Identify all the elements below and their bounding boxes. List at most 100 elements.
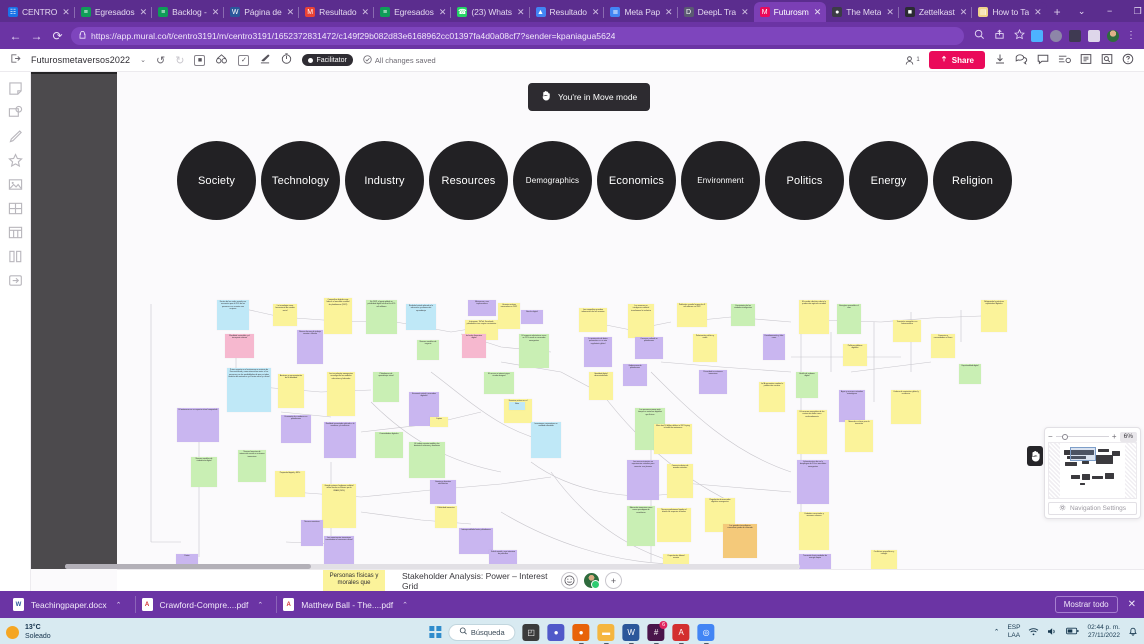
sticky-note[interactable]: Transición energética en Latinoamérica <box>893 320 921 342</box>
sticky-note[interactable]: Inversiones corporativas en realidad ext… <box>531 422 561 458</box>
file-explorer-icon[interactable]: ▬ <box>597 623 615 641</box>
sticky-note[interactable]: El metaverso es un espacio virtual compa… <box>177 408 219 442</box>
tray-overflow-icon[interactable]: ⌃ <box>994 628 1000 636</box>
close-tab-button[interactable]: ✕ <box>886 7 894 18</box>
download-item-2[interactable]: A Matthew Ball - The....pdf ⌃ <box>276 591 421 618</box>
highlighter-tool-icon[interactable] <box>259 53 271 67</box>
new-tab-button[interactable]: + <box>1047 2 1068 22</box>
sticky-note[interactable]: Nuevas narrativas <box>301 520 323 546</box>
sticky-note[interactable]: Consumo cultural en plataformas <box>635 337 663 359</box>
sticky-note[interactable]: Interoperabilidad entre plataformas <box>459 528 493 554</box>
minimap-canvas[interactable] <box>1048 442 1137 499</box>
undo-icon[interactable]: ↺ <box>156 54 165 67</box>
close-tab-button[interactable]: ✕ <box>212 7 220 18</box>
chevron-up-icon[interactable]: ⌃ <box>257 601 263 609</box>
acrobat-icon[interactable]: A <box>672 623 690 641</box>
export-tool-icon[interactable] <box>8 273 23 288</box>
sticky-note[interactable]: Criptos <box>430 417 448 427</box>
sticky-note[interactable]: Las compañias guardan información de los… <box>579 308 607 332</box>
sticky-note[interactable]: Comercio dentro de mundos virtuales <box>667 464 693 498</box>
sticky-note[interactable]: Movilidad sostenible y el transporte urb… <box>225 334 254 358</box>
download-item-0[interactable]: W Teachingpaper.docx ⌃ <box>6 591 135 618</box>
profile-avatar-icon[interactable] <box>1107 29 1119 42</box>
browser-tab-7[interactable]: ▲ Resultado ✕ <box>528 2 605 22</box>
sticky-note[interactable]: El comercio electrónico crece un 25% anu… <box>519 334 549 368</box>
close-tab-button[interactable]: ✕ <box>287 7 295 18</box>
browser-tab-4[interactable]: M Resultado ✕ <box>298 2 375 22</box>
horizontal-scrollbar[interactable] <box>65 564 800 569</box>
add-collaborator-button[interactable]: + <box>605 572 622 589</box>
sticky-note[interactable]: Compañias digitales que lideran el merca… <box>324 298 352 334</box>
sticky-note[interactable]: El consumo energético de los centros de … <box>797 410 827 454</box>
close-tab-button[interactable]: ✕ <box>960 7 968 18</box>
sticky-note[interactable]: Meta lost 10 billion dollars in 2021 try… <box>654 424 692 454</box>
search-icon[interactable] <box>1101 53 1113 68</box>
zoom-slider-knob[interactable] <box>1061 433 1068 440</box>
close-tab-button[interactable]: ✕ <box>665 7 673 18</box>
sticky-note[interactable]: Infraestructura de red y despliegue de 5… <box>797 460 829 504</box>
sticky-note[interactable]: Publicidad inmersiva <box>435 506 457 528</box>
mural-title[interactable]: Futurosmetaversos2022 <box>31 55 130 65</box>
columns-tool-icon[interactable] <box>8 249 23 264</box>
chat-icon[interactable] <box>1015 53 1028 68</box>
sticky-note[interactable]: Nuevas formas de trabajo remoto e híbrid… <box>297 330 323 364</box>
word-icon[interactable]: W <box>622 623 640 641</box>
zoom-icon[interactable] <box>974 29 985 43</box>
table-tool-icon[interactable] <box>8 225 23 240</box>
sticky-note[interactable]: Avatares y representación de la identida… <box>278 374 304 408</box>
mural-canvas[interactable]: You're in Move mode Society Technology I… <box>31 72 1144 591</box>
notification-icon[interactable] <box>1128 626 1138 638</box>
weather-widget[interactable]: 13°C Soleado <box>6 623 51 641</box>
wifi-icon[interactable] <box>1028 627 1039 638</box>
sticky-note[interactable]: Las tecnologías emergentes reconfiguran … <box>327 372 355 416</box>
sticky-note[interactable]: Nuevos modelos de negocio <box>417 340 439 360</box>
back-icon[interactable]: ← <box>8 29 23 43</box>
download-icon[interactable] <box>994 53 1006 68</box>
grid-tool-icon[interactable] <box>8 201 23 216</box>
sticky-note[interactable]: La tecnologia como herramienta de cambio… <box>273 304 297 326</box>
reader-extension-icon[interactable] <box>1088 29 1100 42</box>
download-item-1[interactable]: A Crawford-Compre....pdf ⌃ <box>134 591 277 618</box>
sticky-note[interactable]: Educación inmersiva como nuevo paradigma… <box>627 506 655 546</box>
reload-icon[interactable]: ⟳ <box>50 29 65 43</box>
minimap-viewport[interactable] <box>1069 447 1096 462</box>
redo-icon[interactable]: ↻ <box>175 54 184 67</box>
browser-tab-12[interactable]: ■ Zettelkast ✕ <box>897 2 973 22</box>
outline-tool-icon[interactable] <box>215 53 228 67</box>
comment-tool-icon[interactable] <box>8 105 23 120</box>
video-extension-icon[interactable] <box>1031 29 1043 42</box>
puzzle-extension-icon[interactable] <box>1069 29 1081 42</box>
select-tool-icon[interactable]: ■ <box>194 54 206 66</box>
sticky-note[interactable]: Población mundial supera los 8 mil millo… <box>677 303 707 327</box>
exit-icon[interactable] <box>10 53 21 67</box>
sticky-note[interactable]: Polarización política y redes <box>693 334 717 362</box>
close-tab-button[interactable]: ✕ <box>741 7 749 18</box>
menu-kebab-icon[interactable]: ⋮ <box>1126 30 1136 41</box>
address-bar[interactable]: https://app.mural.co/t/centro3191/m/cent… <box>71 26 964 45</box>
close-tab-button[interactable]: ✕ <box>814 7 822 18</box>
maximize-button[interactable]: ❐ <box>1124 0 1144 22</box>
user-avatar[interactable] <box>583 572 600 589</box>
close-tab-button[interactable]: ✕ <box>362 7 370 18</box>
close-tab-button[interactable]: ✕ <box>1034 7 1042 18</box>
sticky-note[interactable]: Desinformación y fake news <box>763 334 785 360</box>
slack-icon[interactable]: #6 <box>647 620 668 641</box>
taskbar-clock[interactable]: 02:44 p. m. 27/11/2022 <box>1087 624 1120 641</box>
sticky-note[interactable]: Inclusión financiera digital <box>462 334 486 358</box>
sticky-note[interactable]: Creencias y comunidades en línea <box>931 334 955 358</box>
browser-tab-10[interactable]: M Futurosm ✕ <box>753 2 827 22</box>
sticky-note[interactable]: El cambio climático afecta la producción… <box>799 300 829 334</box>
sticky-note[interactable]: Realidad aumentada aplicada a la medicin… <box>324 422 356 458</box>
chevron-up-icon[interactable]: ⌃ <box>402 601 408 609</box>
browser-tab-9[interactable]: D DeepL Tra ✕ <box>676 2 754 22</box>
sticky-note[interactable]: Crecimiento de las ciudades inteligentes <box>731 304 755 326</box>
sticky-note[interactable]: Propiedad digital y NFTs <box>275 471 305 497</box>
taskbar-search[interactable]: Búsqueda <box>447 623 516 641</box>
sticky-note[interactable]: Nuevas profesiones ligadas al diseño de … <box>657 508 691 542</box>
sticky-note[interactable]: Las marcas invierten en experiencias vir… <box>627 460 659 500</box>
at-extension-icon[interactable] <box>1050 29 1062 42</box>
chevron-up-icon[interactable]: ⌃ <box>116 601 122 609</box>
sticky-note[interactable]: Minerales críticos para la transición <box>845 420 873 452</box>
sticky-note[interactable]: Gaming y deportes electrónicos <box>430 480 456 504</box>
navigation-settings-button[interactable]: Navigation Settings <box>1048 502 1137 515</box>
